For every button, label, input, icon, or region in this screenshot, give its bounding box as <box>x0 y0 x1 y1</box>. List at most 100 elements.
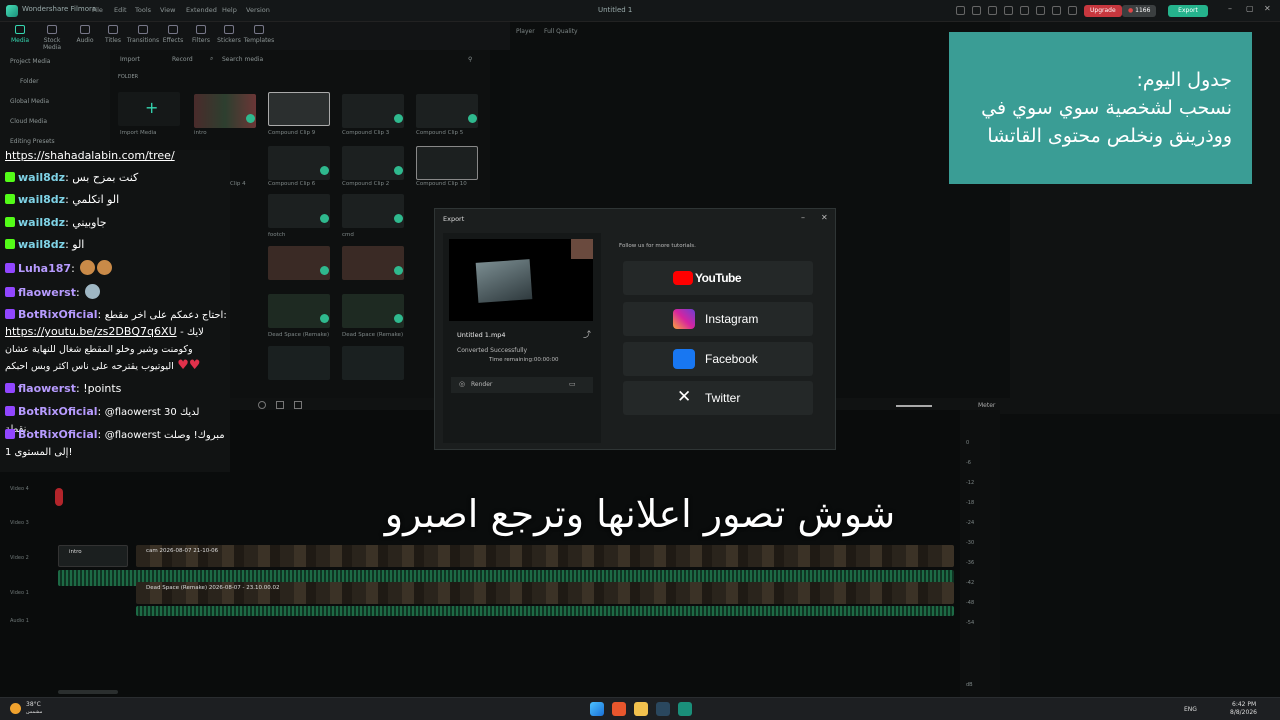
clip-dead-space[interactable]: Dead Space (Remake) 2026-08-07 - 23.10.0… <box>136 582 954 604</box>
meter-tick: -30 <box>966 540 975 546</box>
grid-icon[interactable] <box>1004 6 1013 15</box>
clip-intro[interactable]: intro <box>58 545 128 567</box>
quality-select[interactable]: Full Quality <box>544 28 578 35</box>
render-row[interactable]: ◎ Render ▭ <box>451 377 593 393</box>
chat-text: احتاج دعمكم على اخر مقطع: <box>104 310 227 321</box>
title-bar: Wondershare Filmora File Edit Tools View… <box>0 0 1280 22</box>
facebook-button[interactable]: Facebook <box>623 342 813 376</box>
chat-link[interactable]: https://youtu.be/zs2DBQ7q6XU <box>5 325 177 338</box>
clock-time[interactable]: 6:42 PM <box>1232 701 1256 708</box>
share-icon[interactable]: ⤴ <box>583 329 591 340</box>
playhead[interactable] <box>55 488 63 506</box>
tool-media[interactable]: Media <box>2 25 38 44</box>
preview-image <box>475 259 533 303</box>
check-icon <box>394 214 403 223</box>
media-thumb-compound-10[interactable] <box>416 146 478 180</box>
tool-templates[interactable]: Templates <box>241 25 277 44</box>
media-thumb-footch[interactable] <box>268 194 330 228</box>
tool-stock-media[interactable]: Stock Media <box>34 25 70 51</box>
close-icon[interactable]: ✕ <box>821 213 828 222</box>
youtube-button[interactable]: YouTube <box>623 261 813 295</box>
start-icon[interactable] <box>590 702 604 716</box>
screen-icon[interactable] <box>988 6 997 15</box>
crop-icon[interactable] <box>276 401 284 409</box>
import-media-tile[interactable]: + <box>118 92 180 126</box>
folder-icon[interactable]: ▭ <box>569 380 576 388</box>
search-input[interactable]: Search media <box>222 56 263 63</box>
sidebar-item-cloud-media[interactable]: Cloud Media <box>10 118 47 125</box>
media-thumb-dead-space-1[interactable] <box>268 294 330 328</box>
minimize-icon[interactable]: – <box>801 213 805 222</box>
settings-icon[interactable] <box>1052 6 1061 15</box>
schedule-line-1: جدول اليوم: <box>1136 69 1232 91</box>
twitter-label: Twitter <box>705 391 741 405</box>
media-thumb-intro[interactable] <box>194 94 256 128</box>
clock-date[interactable]: 8/8/2026 <box>1230 709 1257 716</box>
horizontal-scrollbar[interactable] <box>58 690 118 694</box>
instagram-button[interactable]: Instagram <box>623 302 813 336</box>
media-thumb-compound-3[interactable] <box>342 94 404 128</box>
meter-tick: -24 <box>966 520 975 526</box>
meter-unit: dB <box>966 682 973 688</box>
brave-icon[interactable] <box>612 702 626 716</box>
chat-link[interactable]: https://shahadalabin.com/tree/ <box>5 149 175 162</box>
filter-icon[interactable]: ⚲ <box>468 56 472 63</box>
media-label-intro: intro <box>194 130 207 136</box>
media-thumb-b[interactable] <box>342 346 404 380</box>
import-button[interactable]: Import <box>120 56 140 63</box>
export-file-name: Untitled 1.mp4 <box>457 331 506 339</box>
chat-username: Luha187 <box>18 262 72 275</box>
menu-version[interactable]: Version <box>246 6 270 14</box>
media-thumb-dead-space-2[interactable] <box>342 294 404 328</box>
media-thumb-compound-2[interactable] <box>342 146 404 180</box>
chat-message: wail8dz: الو اتكلمي <box>5 192 227 208</box>
close-icon[interactable]: ✕ <box>1264 4 1271 13</box>
home-icon[interactable] <box>956 6 965 15</box>
sidebar-item-project-media[interactable]: Project Media <box>10 58 50 65</box>
account-icon[interactable] <box>1068 6 1077 15</box>
track-header-video-3: Video 3 <box>10 520 29 526</box>
save-icon[interactable] <box>972 6 981 15</box>
chat-message: wail8dz: الو <box>5 237 227 253</box>
twitch-icon <box>5 287 15 297</box>
media-thumb-a[interactable] <box>268 346 330 380</box>
timeline-tool-icon[interactable] <box>258 401 266 409</box>
media-thumb-cmd[interactable] <box>342 194 404 228</box>
menu-file[interactable]: File <box>92 6 103 14</box>
menu-extended[interactable]: Extended <box>186 6 217 14</box>
zoom-slider[interactable] <box>896 405 932 407</box>
filmora-icon[interactable] <box>678 702 692 716</box>
media-label-dead-space-2: Dead Space (Remake) <box>342 332 404 338</box>
media-thumb-cam-2[interactable] <box>342 246 404 280</box>
download-icon[interactable] <box>1020 6 1029 15</box>
upgrade-button[interactable]: Upgrade <box>1084 5 1122 17</box>
check-icon <box>394 114 403 123</box>
language-indicator[interactable]: ENG <box>1184 706 1197 713</box>
split-icon[interactable] <box>294 401 302 409</box>
chat-text: @flaowerst مبروك! وصلت <box>104 430 225 441</box>
menu-edit[interactable]: Edit <box>114 6 127 14</box>
menu-tools[interactable]: Tools <box>135 6 151 14</box>
monkey-emoji-icon <box>97 260 113 275</box>
export-button[interactable]: Export <box>1168 5 1208 17</box>
maximize-icon[interactable]: ▢ <box>1246 4 1254 13</box>
media-thumb-compound-9[interactable] <box>268 92 330 126</box>
support-icon[interactable] <box>1036 6 1045 15</box>
sidebar-item-folder[interactable]: Folder <box>20 78 39 85</box>
menu-view[interactable]: View <box>160 6 175 14</box>
menu-help[interactable]: Help <box>222 6 237 14</box>
media-thumb-compound-6[interactable] <box>268 146 330 180</box>
steam-icon[interactable] <box>656 702 670 716</box>
media-thumb-cam-1[interactable] <box>268 246 330 280</box>
weather-icon[interactable] <box>10 703 21 714</box>
twitter-button[interactable]: ✕ Twitter <box>623 381 813 415</box>
file-explorer-icon[interactable] <box>634 702 648 716</box>
media-thumb-compound-5[interactable] <box>416 94 478 128</box>
check-icon <box>320 266 329 275</box>
minimize-icon[interactable]: – <box>1228 4 1232 13</box>
sidebar-item-global-media[interactable]: Global Media <box>10 98 49 105</box>
sidebar-item-editing-presets[interactable]: Editing Presets <box>10 138 55 145</box>
record-button[interactable]: Record <box>172 56 193 63</box>
audio-waveform[interactable] <box>136 606 954 616</box>
credits-badge[interactable]: ● 1166 <box>1122 5 1157 17</box>
